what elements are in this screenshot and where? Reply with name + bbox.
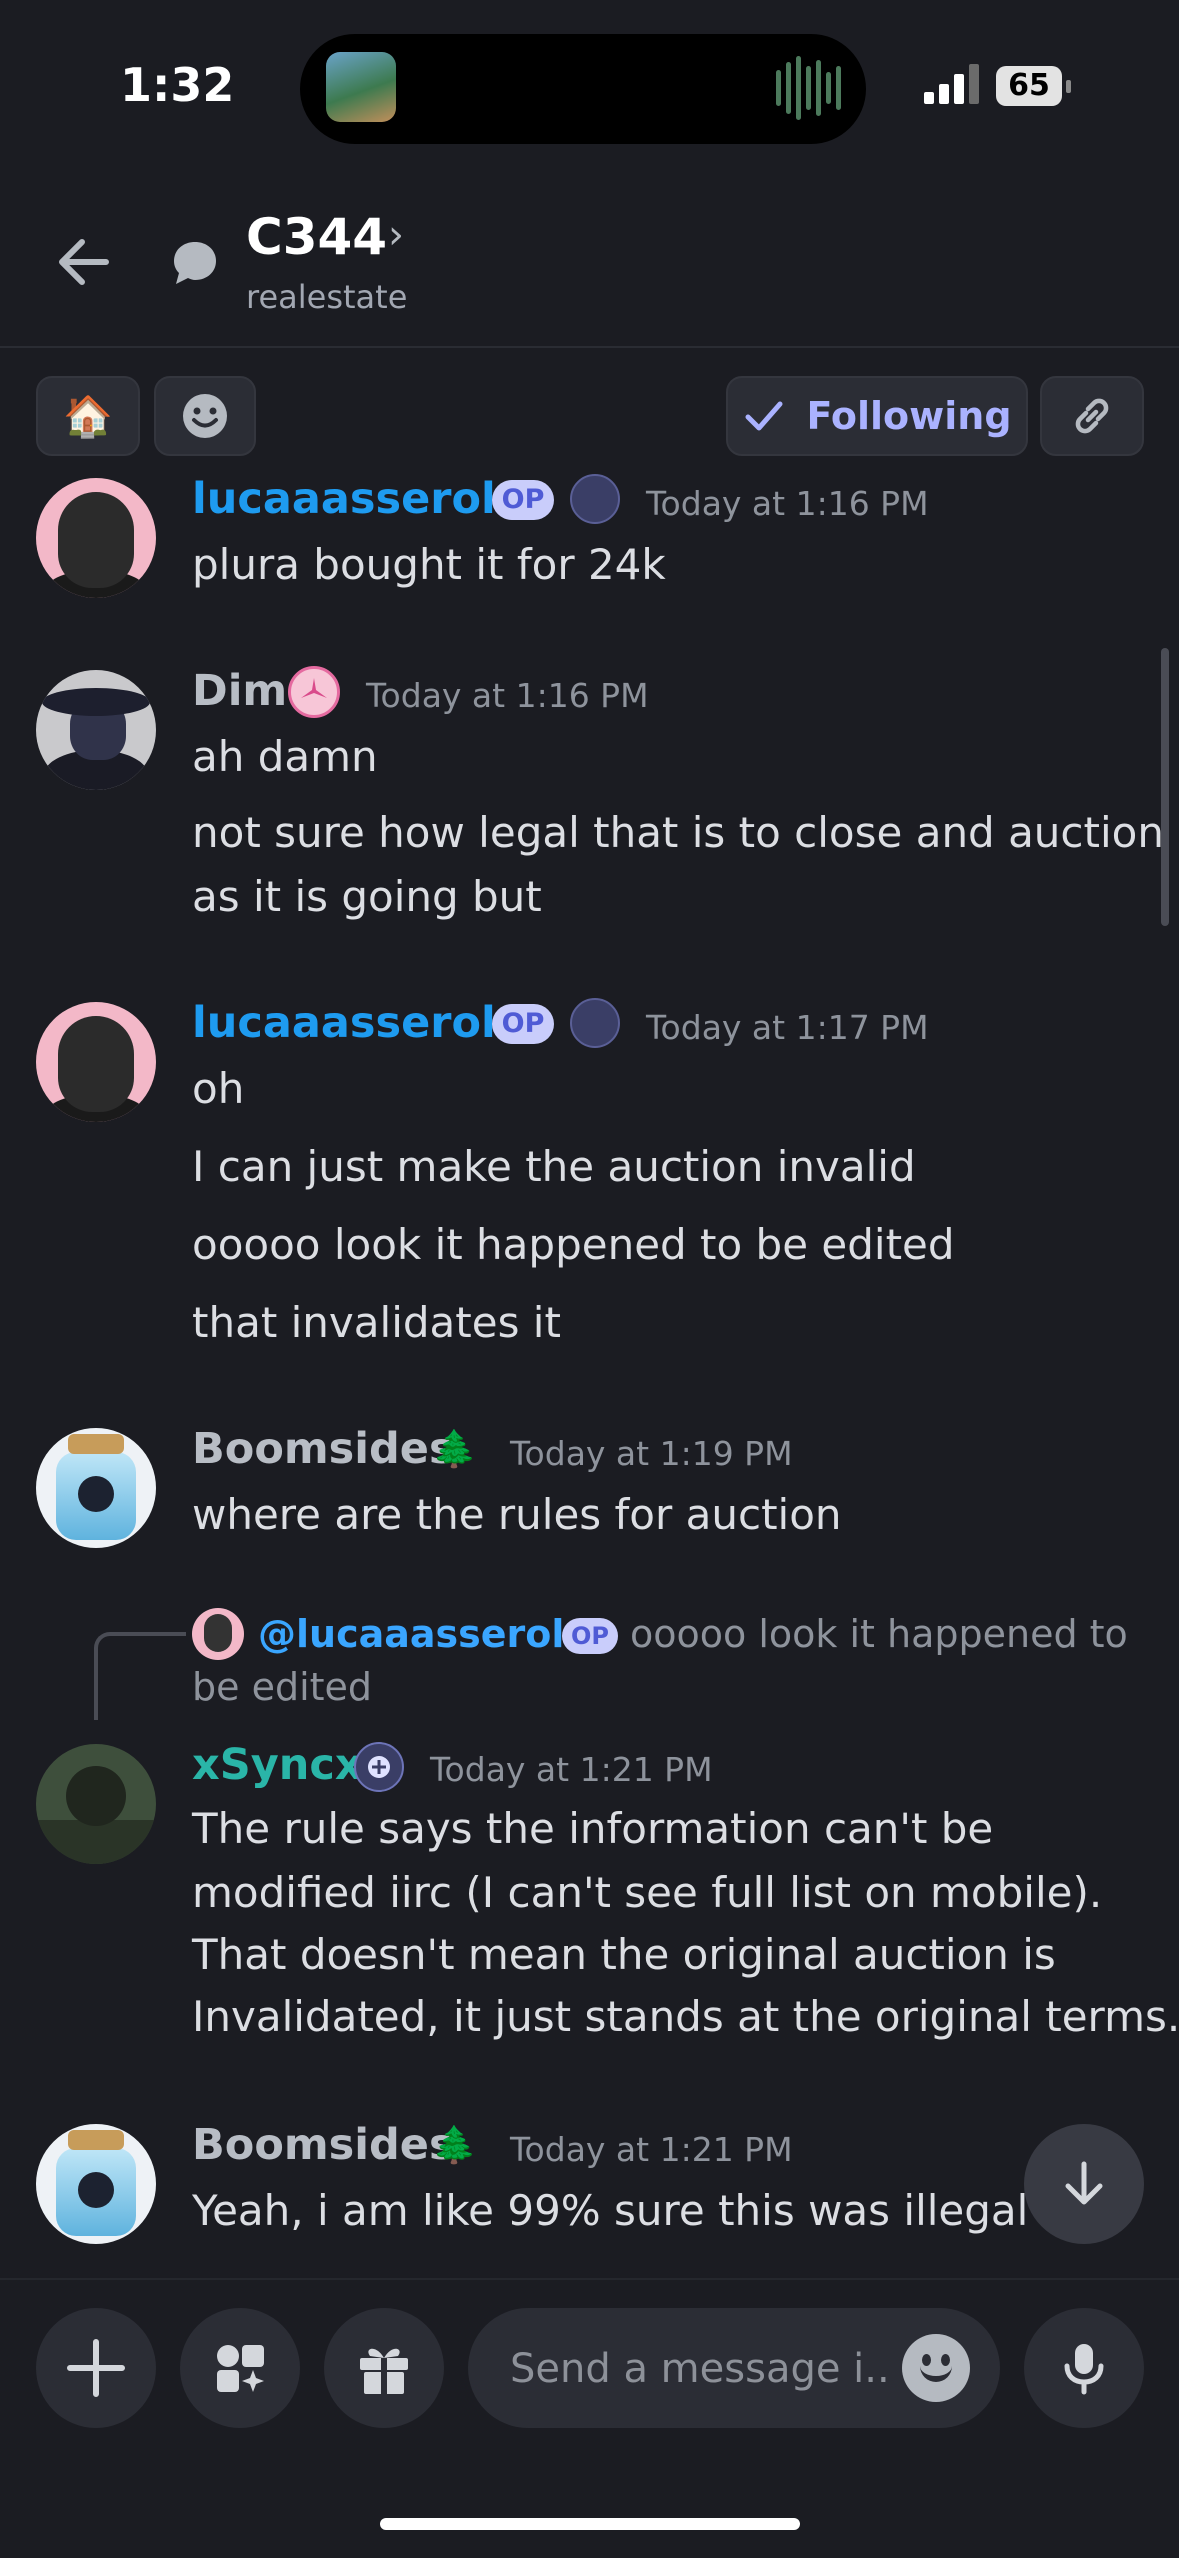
message-text: where are the rules for auction [192, 1490, 842, 1539]
message-text: not sure how legal that is to close and … [192, 808, 1164, 857]
server-tag-icon[interactable] [570, 474, 620, 524]
now-playing-artwork [326, 52, 396, 122]
attach-button[interactable] [36, 2308, 156, 2428]
reply-preview-text[interactable]: ooooo look it happened to [630, 1612, 1128, 1656]
copy-link-button[interactable] [1040, 376, 1144, 456]
apps-icon [217, 2345, 264, 2392]
message-timestamp: Today at 1:21 PM [510, 2130, 793, 2169]
reply-preview-text[interactable]: be edited [192, 1665, 372, 1709]
avatar[interactable] [36, 1428, 156, 1548]
message-author[interactable]: xSyncx [192, 1740, 363, 1790]
tree-emoji-icon: 🌲 [432, 1429, 477, 1470]
message-text: plura bought it for 24k [192, 540, 666, 589]
thread-title[interactable]: C344 [246, 208, 387, 266]
avatar[interactable] [36, 1002, 156, 1122]
channel-name: realestate [246, 278, 408, 316]
profile-badge-icon[interactable] [288, 666, 340, 718]
reply-connector [94, 1632, 186, 1720]
message-author[interactable]: Boomsides [192, 1424, 455, 1474]
cellular-signal-icon [924, 62, 980, 104]
message-text: The rule says the information can't be [192, 1804, 994, 1853]
status-time: 1:32 [120, 58, 235, 112]
message-text: I can just make the auction invalid [192, 1142, 916, 1191]
message-text: ah damn [192, 732, 378, 781]
checkmark-icon [745, 401, 783, 431]
server-tag-icon[interactable] [354, 1742, 404, 1792]
house-emoji-icon: 🏠 [63, 393, 113, 440]
voice-message-button[interactable] [1024, 2308, 1144, 2428]
message-author[interactable]: lucaaasserole [192, 998, 525, 1048]
message-timestamp: Today at 1:21 PM [430, 1750, 713, 1789]
header-divider [0, 346, 1179, 348]
avatar[interactable] [36, 478, 156, 598]
following-button[interactable]: Following [726, 376, 1028, 456]
gift-icon [360, 2348, 408, 2394]
thread-icon [168, 236, 222, 290]
message-timestamp: Today at 1:16 PM [366, 676, 649, 715]
jump-to-present-button[interactable] [1024, 2124, 1144, 2244]
emoji-picker-button[interactable] [902, 2334, 970, 2402]
avatar[interactable] [36, 2124, 156, 2244]
op-badge: OP [492, 480, 554, 520]
gift-button[interactable] [324, 2308, 444, 2428]
reply-mention[interactable]: @lucaaasserole [258, 1612, 590, 1656]
message-author[interactable]: Boomsides [192, 2120, 455, 2170]
arrow-left-icon [59, 239, 109, 285]
tree-emoji-icon: 🌲 [432, 2125, 477, 2166]
microphone-icon [1064, 2344, 1104, 2395]
battery-icon: 65 [996, 66, 1062, 106]
server-tag-icon[interactable] [570, 998, 620, 1048]
message-timestamp: Today at 1:17 PM [646, 1008, 929, 1047]
message-text: that invalidates it [192, 1298, 561, 1347]
message-input-placeholder[interactable]: Send a message i.. [510, 2346, 890, 2392]
plus-icon [67, 2339, 125, 2397]
smiley-icon [183, 394, 227, 438]
message-text: That doesn't mean the original auction i… [192, 1930, 1056, 1979]
chevron-right-icon[interactable]: › [388, 212, 404, 258]
message-author[interactable]: Dim [192, 666, 287, 716]
back-button[interactable] [52, 230, 116, 294]
message-author[interactable]: lucaaasserole [192, 474, 525, 524]
link-icon [1075, 398, 1109, 434]
add-reaction-button[interactable] [154, 376, 256, 456]
tag-chip[interactable]: 🏠 [36, 376, 140, 456]
message-timestamp: Today at 1:19 PM [510, 1434, 793, 1473]
message-timestamp: Today at 1:16 PM [646, 484, 929, 523]
avatar[interactable] [36, 670, 156, 790]
message-text: Invalidated, it just stands at the origi… [192, 1992, 1179, 2041]
home-indicator[interactable] [380, 2518, 800, 2530]
message-text: as it is going but [192, 872, 542, 921]
scrollbar[interactable] [1161, 648, 1169, 926]
message-text: modified iirc (I can't see full list on … [192, 1868, 1103, 1917]
message-text: ooooo look it happened to be edited [192, 1220, 955, 1269]
op-badge: OP [562, 1618, 618, 1654]
op-badge: OP [492, 1004, 554, 1044]
following-label: Following [806, 394, 1012, 438]
battery-cap [1066, 80, 1071, 93]
apps-button[interactable] [180, 2308, 300, 2428]
reply-avatar[interactable] [192, 1608, 244, 1660]
message-text: oh [192, 1064, 245, 1113]
arrow-down-icon [1065, 2161, 1103, 2205]
avatar[interactable] [36, 1744, 156, 1864]
message-text: Yeah, i am like 99% sure this was illega… [192, 2186, 1029, 2235]
